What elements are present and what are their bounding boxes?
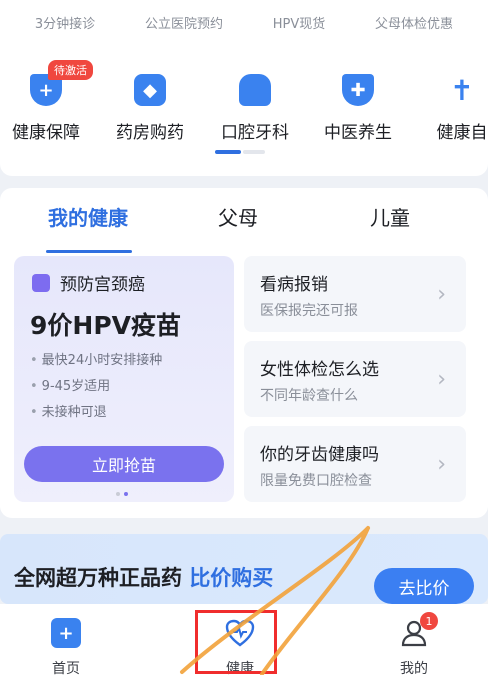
service-label: 中医养生 bbox=[324, 123, 392, 143]
info-card-title: 女性体检怎么选 bbox=[260, 360, 379, 380]
carousel-dot bbox=[116, 492, 120, 496]
activate-badge: 待激活 bbox=[48, 60, 93, 80]
nav-home[interactable]: + 首页 bbox=[26, 618, 106, 675]
scroll-indicator bbox=[215, 150, 265, 154]
nav-label: 首页 bbox=[52, 661, 80, 675]
tab-children[interactable]: 儿童 bbox=[370, 202, 410, 231]
info-card-dental-health[interactable]: 你的牙齿健康吗 限量免费口腔检查 › bbox=[244, 426, 466, 502]
compare-price-button[interactable]: 去比价 bbox=[374, 568, 474, 604]
promo-bullets: 最快24小时安排接种 9-45岁适用 未接种可退 bbox=[30, 348, 163, 426]
chevron-right-icon: › bbox=[437, 367, 446, 392]
promo-header: 预防宫颈癌 bbox=[32, 270, 145, 295]
promo-bullet: 9-45岁适用 bbox=[30, 374, 162, 400]
info-card-subtitle: 不同年龄查什么 bbox=[260, 388, 358, 404]
banner-text: 全网超万种正品药 比价购买 bbox=[14, 562, 273, 592]
nav-label: 我的 bbox=[400, 661, 428, 675]
banner-text-highlight: 比价购买 bbox=[189, 566, 274, 590]
indicator-inactive bbox=[243, 150, 265, 154]
service-label: 健康保障 bbox=[12, 123, 80, 143]
info-card-female-checkup[interactable]: 女性体检怎么选 不同年龄查什么 › bbox=[244, 341, 466, 417]
active-tab-underline bbox=[46, 250, 132, 253]
info-card-subtitle: 医保报完还可报 bbox=[260, 303, 358, 319]
quick-links-bar: 3分钟接诊 公立医院预约 HPV现货 父母体检优惠 bbox=[0, 0, 488, 44]
service-label: 健康自 bbox=[436, 123, 488, 143]
quick-link-checkup[interactable]: 父母体检优惠 bbox=[375, 13, 453, 32]
info-card-title: 看病报销 bbox=[260, 275, 328, 295]
quick-link-hospital[interactable]: 公立医院预约 bbox=[145, 13, 223, 32]
medicine-box-icon: ◆ bbox=[134, 74, 166, 106]
tooth-icon bbox=[239, 74, 271, 106]
service-tcm[interactable]: ✚ 中医养生 bbox=[308, 74, 408, 143]
hpv-promo-card[interactable]: 预防宫颈癌 9价HPV疫苗 最快24小时安排接种 9-45岁适用 未接种可退 立… bbox=[14, 256, 234, 502]
indicator-active bbox=[215, 150, 241, 154]
chevron-right-icon: › bbox=[437, 452, 446, 477]
service-health-insurance[interactable]: + 待激活 健康保障 bbox=[0, 60, 96, 143]
promo-bullet: 最快24小时安排接种 bbox=[30, 348, 163, 374]
promo-bullet: 未接种可退 bbox=[30, 400, 162, 426]
health-tabs: 我的健康 父母 儿童 bbox=[0, 202, 488, 253]
service-label: 口腔牙科 bbox=[221, 123, 289, 143]
service-label: 药房购药 bbox=[116, 123, 184, 143]
price-compare-banner[interactable]: 全网超万种正品药 比价购买 去比价 bbox=[0, 534, 488, 604]
shield-icon bbox=[32, 273, 50, 292]
notification-badge: 1 bbox=[420, 612, 438, 630]
home-plus-icon: + bbox=[51, 618, 81, 648]
service-self-check[interactable]: ✝ 健康自 bbox=[412, 73, 488, 144]
info-card-title: 你的牙齿健康吗 bbox=[260, 445, 379, 465]
service-dental[interactable]: 口腔牙科 bbox=[205, 74, 305, 143]
person-icon: ✝ bbox=[450, 73, 474, 107]
services-row: + 待激活 健康保障 ◆ 药房购药 口腔牙科 ✚ 中医养生 ✝ 健康自 bbox=[0, 44, 488, 176]
chevron-right-icon: › bbox=[437, 282, 446, 307]
nav-mine[interactable]: 1 我的 bbox=[374, 612, 454, 675]
carousel-dots bbox=[116, 492, 128, 496]
annotation-highlight-box bbox=[195, 610, 277, 674]
tab-my-health[interactable]: 我的健康 bbox=[48, 202, 128, 231]
quick-link-hpv[interactable]: HPV现货 bbox=[273, 13, 326, 32]
promo-title: 9价HPV疫苗 bbox=[30, 311, 181, 340]
banner-text-main: 全网超万种正品药 bbox=[14, 566, 182, 590]
info-card-subtitle: 限量免费口腔检查 bbox=[260, 473, 372, 489]
herb-bowl-icon: ✚ bbox=[342, 74, 374, 106]
promo-header-text: 预防宫颈癌 bbox=[60, 275, 145, 295]
info-card-reimbursement[interactable]: 看病报销 医保报完还可报 › bbox=[244, 256, 466, 332]
quick-link-consult[interactable]: 3分钟接诊 bbox=[35, 13, 95, 32]
health-card: 我的健康 父母 儿童 预防宫颈癌 9价HPV疫苗 最快24小时安排接种 9-45… bbox=[0, 188, 488, 518]
service-pharmacy[interactable]: ◆ 药房购药 bbox=[100, 74, 200, 143]
carousel-dot-active bbox=[124, 492, 128, 496]
grab-vaccine-button[interactable]: 立即抢苗 bbox=[24, 446, 224, 482]
tab-parents[interactable]: 父母 bbox=[218, 202, 258, 231]
